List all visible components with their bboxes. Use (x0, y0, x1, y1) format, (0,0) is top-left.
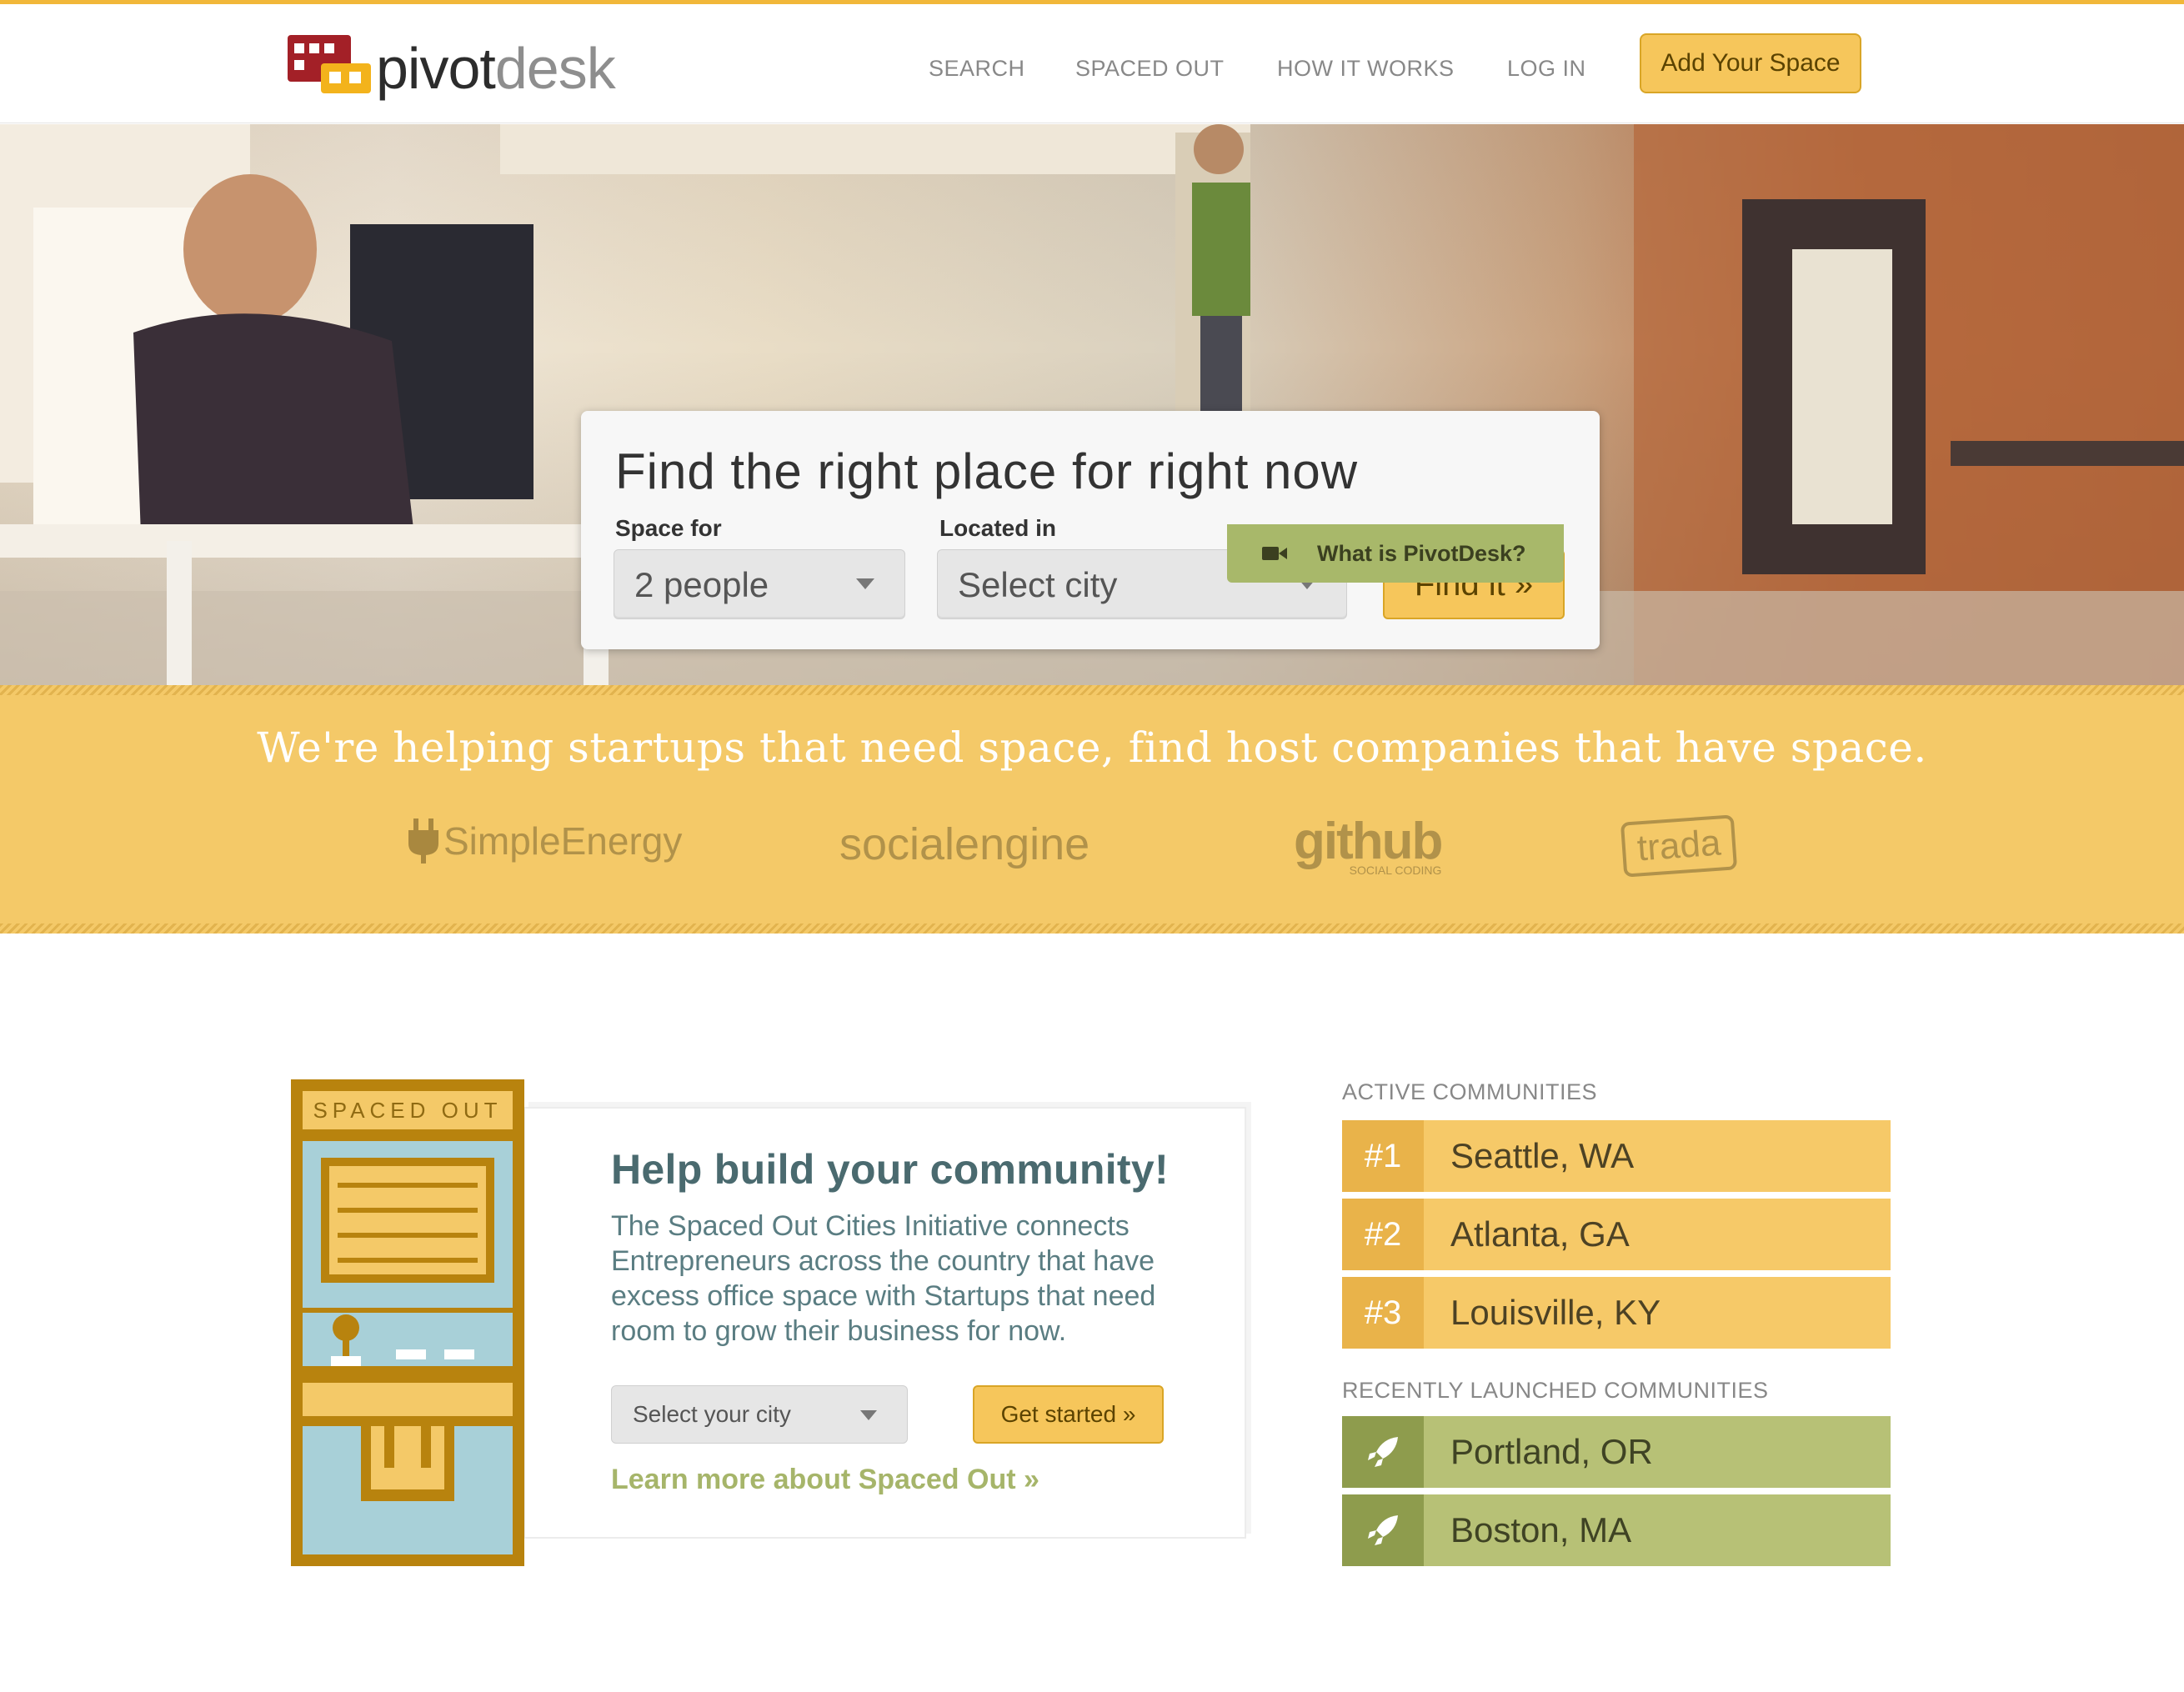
community-rank: #2 (1342, 1199, 1424, 1270)
tagline: We're helping startups that need space, … (257, 723, 1927, 772)
get-started-button[interactable]: Get started » (973, 1385, 1164, 1444)
spaced-out-badge: SPACED OUT (303, 1091, 513, 1129)
community-city: Seattle, WA (1424, 1120, 1891, 1192)
rocket-icon (1342, 1416, 1424, 1488)
logo-wordmark: pivotdesk (376, 36, 616, 101)
community-row[interactable]: #2 Atlanta, GA (1342, 1199, 1891, 1270)
plug-icon (407, 818, 440, 864)
spaced-out-arcade-illustration: SPACED OUT (291, 1079, 524, 1566)
arcade-machine-icon (303, 1141, 513, 1554)
nav-log-in[interactable]: LOG IN (1507, 39, 1586, 98)
logo-github-sub: SOCIAL CODING (1349, 863, 1442, 877)
what-is-pivotdesk-label: What is PivotDesk? (1317, 540, 1526, 566)
community-row[interactable]: Boston, MA (1342, 1494, 1891, 1566)
community-row[interactable]: #3 Louisville, KY (1342, 1277, 1891, 1349)
nav-spaced-out[interactable]: SPACED OUT (1075, 39, 1225, 98)
spaced-out-description: The Spaced Out Cities Initiative connect… (611, 1210, 1156, 1347)
logo-word-desk: desk (494, 36, 616, 101)
logo-simpleenergy-text: SimpleEnergy (443, 819, 683, 863)
community-city: Portland, OR (1424, 1416, 1891, 1488)
community-city: Boston, MA (1424, 1494, 1891, 1566)
site-header: pivotdesk SEARCH SPACED OUT HOW IT WORKS… (0, 4, 2184, 123)
nav-how-it-works-label: HOW IT WORKS (1277, 55, 1455, 81)
city-select-value: Select city (958, 565, 1118, 604)
nav-how-it-works[interactable]: HOW IT WORKS (1277, 39, 1455, 98)
band-top-stripe (0, 685, 2184, 695)
logo-mark-icon (288, 35, 371, 102)
video-camera-icon (1262, 545, 1287, 562)
hero-section: Find the right place for right now Space… (0, 124, 2184, 685)
nav-search[interactable]: SEARCH (929, 39, 1025, 98)
community-rank: #1 (1342, 1120, 1424, 1192)
nav-search-label: SEARCH (929, 55, 1025, 81)
logo-socialengine: socialengine (839, 819, 1090, 869)
search-title: Find the right place for right now (615, 443, 1359, 499)
logo-github: github SOCIAL CODING (1294, 813, 1443, 877)
space-for-label: Space for (615, 515, 722, 541)
recent-communities-heading: RECENTLY LAUNCHED COMMUNITIES (1342, 1378, 1769, 1403)
partners-band: We're helping startups that need space, … (0, 685, 2184, 934)
community-city: Louisville, KY (1424, 1277, 1891, 1349)
spaced-out-city-select[interactable]: Select your city (611, 1385, 908, 1444)
what-is-pivotdesk-button[interactable]: What is PivotDesk? (1227, 524, 1564, 583)
community-rank: #3 (1342, 1277, 1424, 1349)
chevron-down-icon (856, 578, 874, 589)
learn-more-link[interactable]: Learn more about Spaced Out » (611, 1464, 1039, 1496)
pivotdesk-logo[interactable]: pivotdesk (288, 33, 616, 104)
logo-trada: trada (1620, 814, 1738, 878)
community-city: Atlanta, GA (1424, 1199, 1891, 1270)
chevron-down-icon (860, 1410, 877, 1420)
spaced-out-title: Help build your community! (611, 1146, 1169, 1193)
located-in-label: Located in (939, 515, 1057, 541)
active-communities-heading: ACTIVE COMMUNITIES (1342, 1079, 1598, 1104)
rocket-icon (1342, 1494, 1424, 1566)
spaced-out-city-value: Select your city (633, 1401, 791, 1427)
logo-simpleenergy: SimpleEnergy (407, 818, 682, 864)
logo-trada-text: trada (1635, 822, 1722, 869)
nav-log-in-label: LOG IN (1507, 55, 1586, 81)
community-row[interactable]: #1 Seattle, WA (1342, 1120, 1891, 1192)
community-row[interactable]: Portland, OR (1342, 1416, 1891, 1488)
add-your-space-button[interactable]: Add Your Space (1640, 33, 1861, 93)
space-for-select[interactable]: 2 people (614, 549, 905, 619)
logo-word-pivot: pivot (376, 36, 496, 101)
spaced-out-badge-text: SPACED OUT (313, 1097, 503, 1123)
space-for-value: 2 people (634, 565, 769, 604)
band-bottom-stripe (0, 924, 2184, 934)
logo-github-text: github (1294, 813, 1443, 870)
nav-spaced-out-label: SPACED OUT (1075, 55, 1225, 81)
